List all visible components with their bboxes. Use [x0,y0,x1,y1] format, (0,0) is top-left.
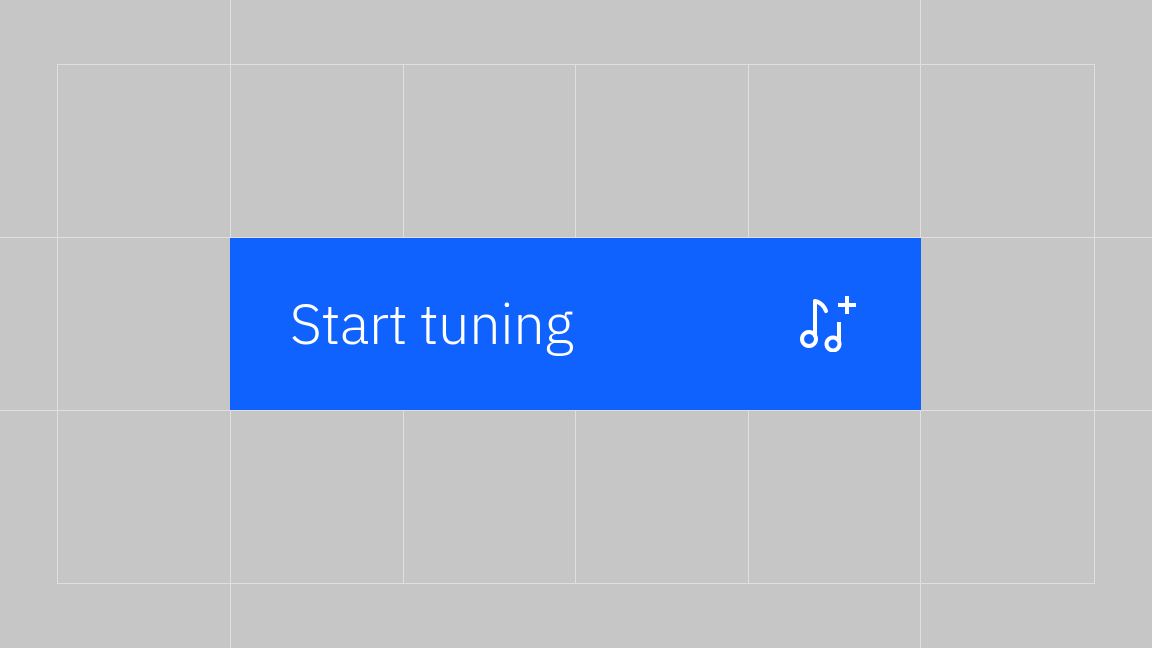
grid-line-vertical [1094,64,1095,584]
grid-line-horizontal [0,410,1152,411]
start-tuning-button[interactable]: Start tuning [230,238,921,410]
start-tuning-label: Start tuning [290,288,573,360]
grid-line-vertical [57,64,58,584]
grid-line-horizontal [57,64,1095,65]
music-add-icon [799,296,859,352]
grid-line-horizontal [57,583,1095,584]
